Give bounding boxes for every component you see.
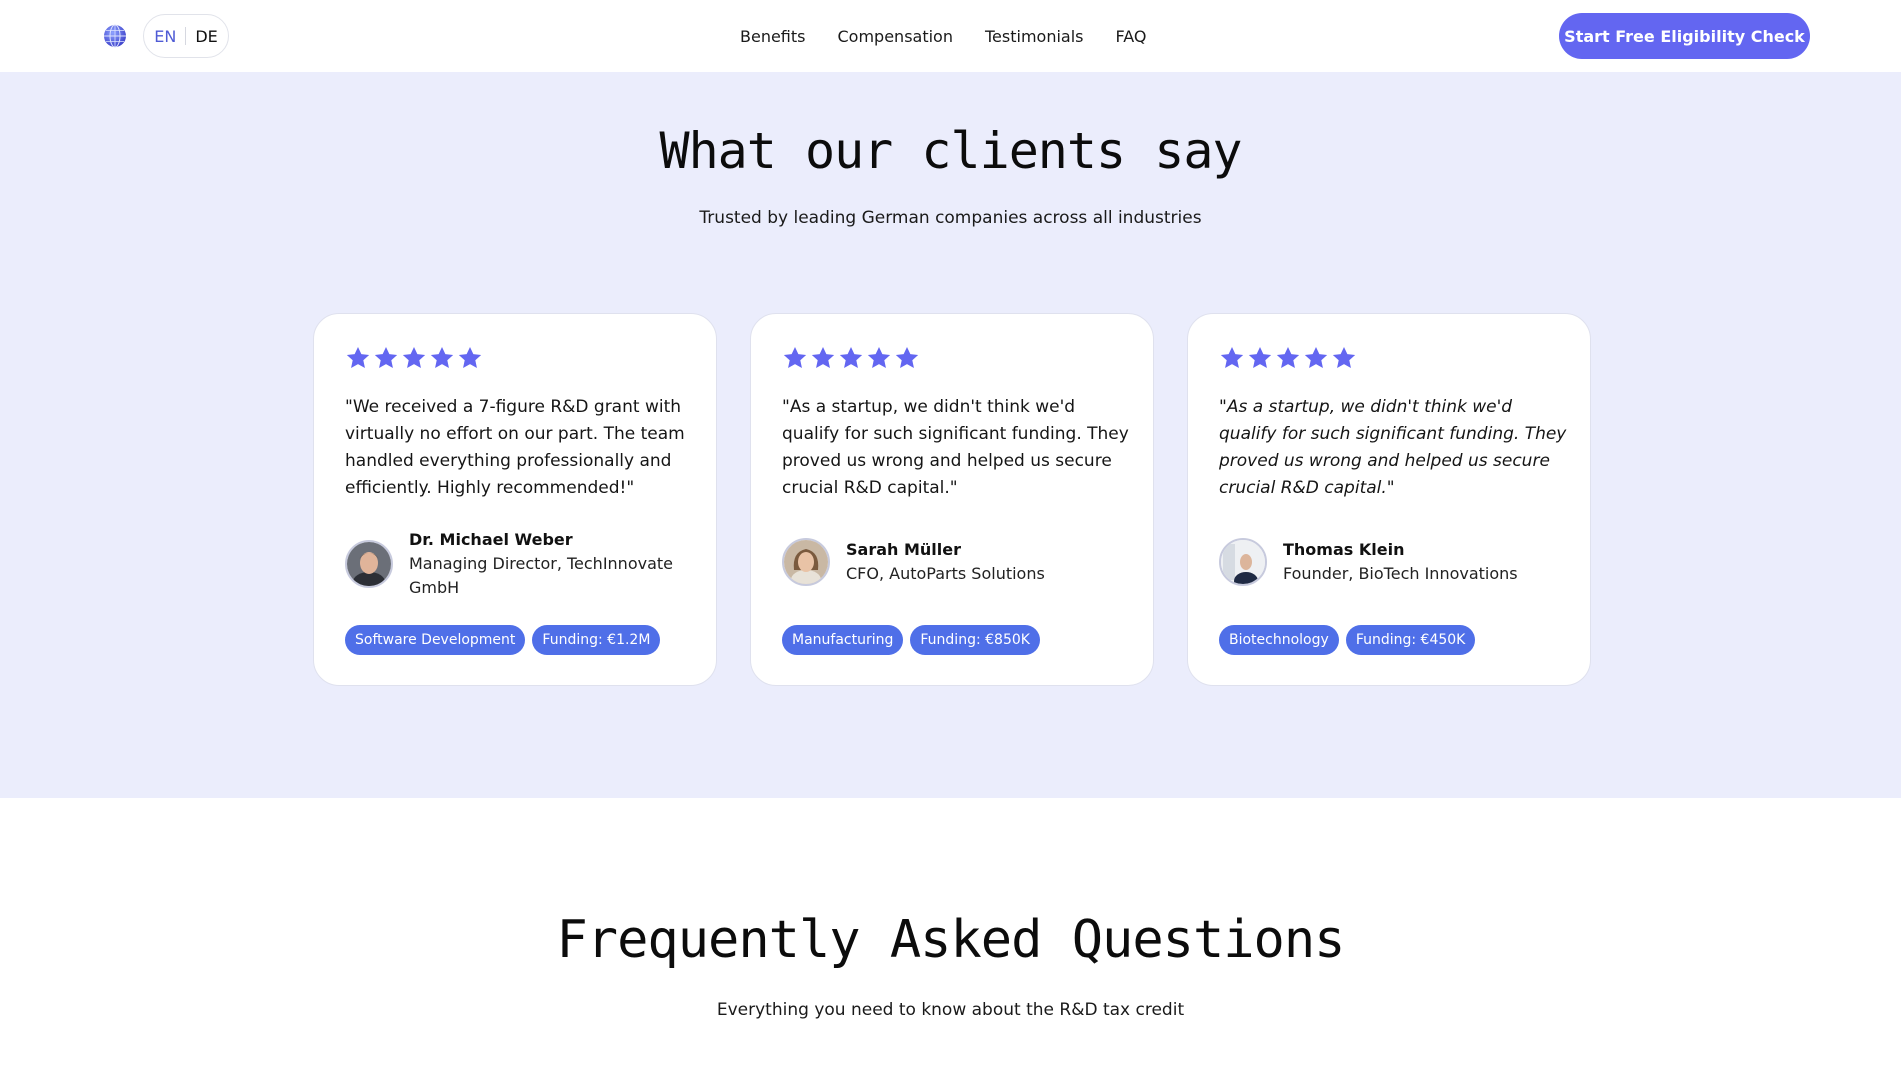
testimonial-quote: "We received a 7-figure R&D grant with v… bbox=[345, 397, 685, 498]
tag-list: Biotechnology Funding: €450K bbox=[1219, 625, 1476, 655]
main-navigation: Benefits Compensation Testimonials FAQ bbox=[740, 0, 1146, 72]
star-icon bbox=[810, 345, 836, 371]
testimonial-author: Dr. Michael Weber Managing Director, Tec… bbox=[345, 528, 695, 600]
avatar bbox=[345, 540, 393, 588]
faq-section: Frequently Asked Questions Everything yo… bbox=[0, 798, 1901, 1079]
industry-tag: Software Development bbox=[345, 625, 526, 655]
testimonial-card: "As a startup, we didn't think we'd qual… bbox=[1187, 313, 1591, 686]
star-icon bbox=[782, 345, 808, 371]
language-de-option[interactable]: DE bbox=[186, 27, 226, 46]
testimonials-title: What our clients say bbox=[659, 122, 1242, 180]
nav-link-testimonials[interactable]: Testimonials bbox=[985, 27, 1084, 46]
testimonial-author: Sarah Müller CFO, AutoParts Solutions bbox=[782, 538, 1132, 586]
star-icon bbox=[401, 345, 427, 371]
start-eligibility-check-button[interactable]: Start Free Eligibility Check bbox=[1559, 13, 1810, 59]
star-icon bbox=[1303, 345, 1329, 371]
star-icon bbox=[429, 345, 455, 371]
nav-link-compensation[interactable]: Compensation bbox=[838, 27, 953, 46]
author-name: Sarah Müller bbox=[846, 540, 961, 559]
avatar bbox=[782, 538, 830, 586]
tag-list: Manufacturing Funding: €850K bbox=[782, 625, 1040, 655]
star-rating bbox=[345, 345, 483, 371]
funding-tag: Funding: €450K bbox=[1345, 625, 1476, 655]
faq-subtitle: Everything you need to know about the R&… bbox=[716, 1000, 1185, 1020]
star-rating bbox=[1219, 345, 1357, 371]
language-en-option[interactable]: EN bbox=[145, 27, 185, 46]
testimonial-card: "We received a 7-figure R&D grant with v… bbox=[313, 313, 717, 686]
star-icon bbox=[1247, 345, 1273, 371]
nav-link-faq[interactable]: FAQ bbox=[1115, 27, 1146, 46]
star-icon bbox=[866, 345, 892, 371]
star-rating bbox=[782, 345, 920, 371]
testimonial-quote: "As a startup, we didn't think we'd qual… bbox=[1219, 397, 1567, 498]
globe-icon[interactable] bbox=[103, 24, 127, 48]
industry-tag: Biotechnology bbox=[1219, 625, 1339, 655]
author-name: Thomas Klein bbox=[1283, 540, 1405, 559]
star-icon bbox=[894, 345, 920, 371]
top-navbar: EN DE Benefits Compensation Testimonials… bbox=[0, 0, 1901, 72]
tag-list: Software Development Funding: €1.2M bbox=[345, 625, 661, 655]
testimonial-quote: "As a startup, we didn't think we'd qual… bbox=[782, 397, 1129, 498]
star-icon bbox=[838, 345, 864, 371]
language-switcher: EN DE bbox=[143, 14, 229, 58]
funding-tag: Funding: €850K bbox=[910, 625, 1040, 655]
testimonial-author: Thomas Klein Founder, BioTech Innovation… bbox=[1219, 538, 1569, 586]
author-role: Founder, BioTech Innovations bbox=[1283, 564, 1518, 583]
author-name: Dr. Michael Weber bbox=[409, 530, 573, 549]
avatar bbox=[1219, 538, 1267, 586]
author-role: CFO, AutoParts Solutions bbox=[846, 564, 1045, 583]
nav-link-benefits[interactable]: Benefits bbox=[740, 27, 806, 46]
star-icon bbox=[457, 345, 483, 371]
author-role: Managing Director, TechInnovate GmbH bbox=[409, 554, 673, 597]
star-icon bbox=[1275, 345, 1301, 371]
testimonials-section: What our clients say Trusted by leading … bbox=[0, 72, 1901, 798]
funding-tag: Funding: €1.2M bbox=[532, 625, 661, 655]
faq-title: Frequently Asked Questions bbox=[556, 910, 1346, 970]
testimonial-card: "As a startup, we didn't think we'd qual… bbox=[750, 313, 1154, 686]
star-icon bbox=[345, 345, 371, 371]
star-icon bbox=[1219, 345, 1245, 371]
star-icon bbox=[373, 345, 399, 371]
star-icon bbox=[1331, 345, 1357, 371]
testimonials-subtitle: Trusted by leading German companies acro… bbox=[699, 208, 1202, 228]
industry-tag: Manufacturing bbox=[782, 625, 904, 655]
